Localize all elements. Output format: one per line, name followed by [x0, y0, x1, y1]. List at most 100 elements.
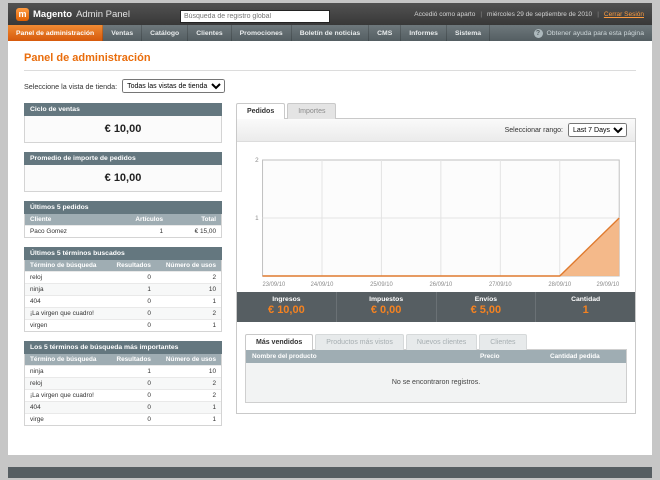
table-cell: 0	[107, 307, 156, 320]
table-cell: 404	[25, 401, 108, 414]
logout-link[interactable]: Cerrar Sesión	[597, 11, 644, 18]
table-cell: reloj	[25, 377, 108, 390]
nav-item-clientes[interactable]: Clientes	[188, 25, 232, 41]
current-date: miércoles 29 de septiembre de 2010	[480, 11, 592, 18]
total-env-os: Envíos € 5,00	[437, 292, 537, 322]
table-cell: ninja	[25, 283, 108, 296]
column-header-t-rmino-de-b-squeda[interactable]: Término de búsqueda	[25, 260, 108, 272]
svg-text:23/09/10: 23/09/10	[263, 282, 286, 288]
nav-item-informes[interactable]: Informes	[401, 25, 447, 41]
grid-column-nombre-del-producto[interactable]: Nombre del producto	[246, 350, 474, 363]
grid-column-precio[interactable]: Precio	[474, 350, 544, 363]
total-value: 1	[582, 304, 589, 316]
grid-column-cantidad-pedida[interactable]: Cantidad pedida	[544, 350, 626, 363]
top-header: m Magento Admin Panel Accedió como apart…	[8, 3, 652, 25]
table-cell: 10	[155, 365, 221, 378]
total-value: € 5,00	[470, 304, 502, 316]
table-row: reloj 0 2	[25, 271, 221, 284]
tab-nuevos-clientes[interactable]: Nuevos clientes	[405, 334, 478, 350]
nav-items: Panel de administración Ventas Catálogo Cli…	[8, 25, 491, 41]
nav-item-bolet-n-de-noticias[interactable]: Boletín de noticias	[292, 25, 370, 41]
total-value: € 10,00	[268, 304, 305, 316]
brand: m Magento Admin Panel	[16, 7, 130, 21]
content-area: Panel de administración Seleccione la vi…	[8, 41, 652, 455]
table-cell: 1	[155, 401, 221, 414]
totals-bar: Ingresos € 10,00 Impuestos € 0,00 Envíos € 5,…	[237, 292, 635, 322]
range-select[interactable]: Last 7 Days	[568, 123, 627, 137]
range-row: Seleccionar rango: Last 7 Days	[237, 119, 635, 142]
widget-title-top-search-terms: Los 5 términos de búsqueda más important…	[24, 341, 222, 354]
table-cell: 0	[107, 319, 156, 331]
column-header-resultados[interactable]: Resultados	[107, 260, 156, 272]
grid-header: Nombre del producto Precio Cantidad pedida	[246, 350, 626, 363]
table-row: ¡La virgen que cuadro! 0 2	[25, 389, 221, 402]
svg-text:1: 1	[255, 215, 259, 222]
column-header-cliente[interactable]: Cliente	[25, 214, 105, 226]
column-header-resultados[interactable]: Resultados	[107, 354, 156, 366]
brand-name: Magento	[33, 8, 73, 20]
nav-item-ventas[interactable]: Ventas	[103, 25, 143, 41]
table-cell: 2	[155, 389, 221, 402]
tab-clientes[interactable]: Clientes	[479, 334, 527, 350]
orders-chart: 1 2 23/09/10 24/09/10 25/09/10 26/09/10 27/09/…	[255, 157, 620, 288]
svg-text:28/09/10: 28/09/10	[548, 282, 571, 288]
table-cell: 0	[107, 389, 156, 402]
svg-text:25/09/10: 25/09/10	[370, 282, 393, 288]
header-meta: Accedió como aparto miércoles 29 de sept…	[414, 11, 644, 18]
logged-in-as: Accedió como aparto	[414, 10, 476, 18]
nav-item-cat-logo[interactable]: Catálogo	[142, 25, 189, 41]
total-value: € 0,00	[370, 304, 402, 316]
svg-text:27/09/10: 27/09/10	[489, 282, 512, 288]
last-search-terms-table: Término de búsqueda Resultados Número de u…	[24, 260, 222, 332]
table-cell: 1	[107, 283, 156, 296]
widget-title-lifetime-sales: Ciclo de ventas	[24, 103, 222, 116]
range-label: Seleccionar rango:	[504, 126, 563, 134]
average-orders-value: € 10,00	[104, 172, 142, 184]
tab-m-s-vendidos[interactable]: Más vendidos	[245, 334, 314, 350]
widget-title-last-search-terms: Últimos 5 términos buscados	[24, 247, 222, 260]
page-title: Panel de administración	[24, 52, 151, 64]
column-header-n-mero-de-usos[interactable]: Número de usos	[155, 260, 221, 272]
table-cell: 404	[25, 295, 108, 308]
column-header-art-culos[interactable]: Artículos	[104, 214, 169, 226]
column-header-total[interactable]: Total	[168, 214, 221, 226]
widget-title-last-orders: Últimos 5 pedidos	[24, 201, 222, 214]
help-label: Obtener ayuda para esta página	[546, 29, 645, 37]
widget-table: Cliente Artículos Total Paco Gomez 1 € 15,00	[25, 214, 221, 237]
total-impuestos: Impuestos € 0,00	[337, 292, 437, 322]
svg-text:26/09/10: 26/09/10	[430, 282, 453, 288]
total-label: Cantidad	[571, 296, 601, 303]
nav-item-sistema[interactable]: Sistema	[447, 25, 491, 41]
store-view-select[interactable]: Todas las vistas de tienda	[122, 79, 226, 93]
column-header-t-rmino-de-b-squeda[interactable]: Término de búsqueda	[25, 354, 108, 366]
table-cell: 0	[107, 377, 156, 390]
tab-pedidos[interactable]: Pedidos	[236, 103, 286, 119]
brand-subtitle: Admin Panel	[76, 8, 130, 20]
tab-productos-m-s-vistos[interactable]: Productos más vistos	[315, 334, 404, 350]
table-cell: 1	[155, 295, 221, 308]
widget-last-search-terms: Últimos 5 términos buscados Término de b…	[24, 247, 222, 332]
magento-logo-icon: m	[16, 7, 29, 21]
table-row: ¡La virgen que cuadro! 0 2	[25, 307, 221, 320]
table-cell: ninja	[25, 365, 108, 378]
page-help-link[interactable]: ? Obtener ayuda para esta página	[533, 25, 653, 41]
diagram-tabs: Pedidos Importes	[236, 103, 636, 119]
nav-item-panel-de-administraci-n[interactable]: Panel de administración	[8, 25, 104, 41]
nav-item-promociones[interactable]: Promociones	[232, 25, 292, 41]
nav-item-cms[interactable]: CMS	[369, 25, 402, 41]
tab-importes[interactable]: Importes	[287, 103, 337, 119]
table-cell: virge	[25, 413, 108, 425]
total-label: Impuestos	[369, 296, 404, 303]
table-cell: ¡La virgen que cuadro!	[25, 389, 108, 402]
table-cell: reloj	[25, 271, 108, 284]
table-cell: 0	[107, 413, 156, 425]
global-search-input[interactable]	[179, 10, 330, 23]
grid-empty-message: No se encontraron registros.	[246, 363, 626, 402]
column-header-n-mero-de-usos[interactable]: Número de usos	[155, 354, 221, 366]
table-row: virgen 0 1	[25, 319, 221, 331]
grid-tabs: Más vendidos Productos más vistos Nuevos c…	[245, 334, 627, 350]
top-search-terms-table: Término de búsqueda Resultados Número de u…	[24, 354, 222, 426]
table-cell: € 15,00	[168, 225, 221, 237]
table-cell: 0	[107, 295, 156, 308]
table-cell: ¡La virgen que cuadro!	[25, 307, 108, 320]
